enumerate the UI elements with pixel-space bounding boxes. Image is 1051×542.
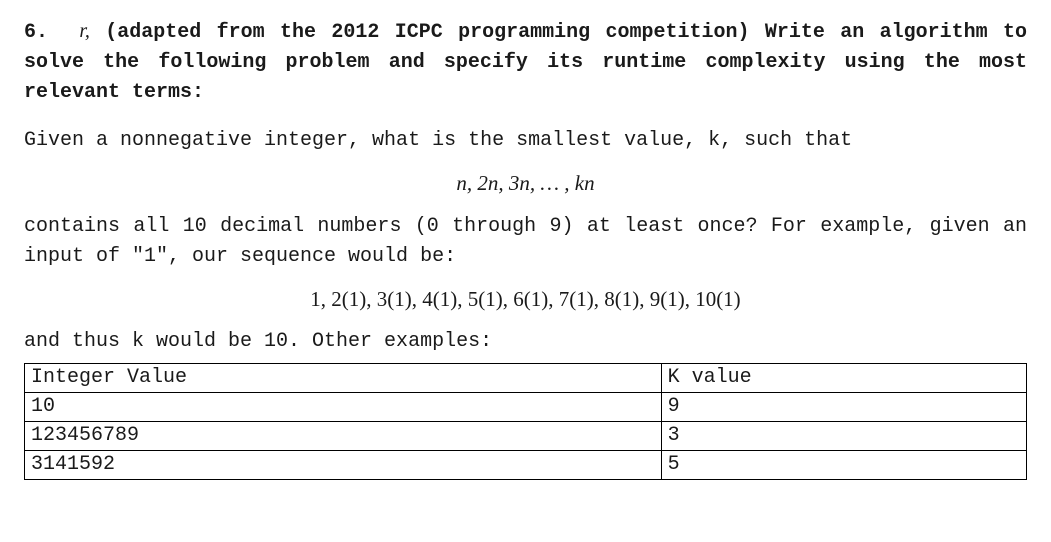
table-cell-integer: 123456789 bbox=[25, 422, 662, 451]
contains-line: contains all 10 decimal numbers (0 throu… bbox=[24, 212, 1027, 272]
table-cell-k: 3 bbox=[661, 422, 1026, 451]
given-line: Given a nonnegative integer, what is the… bbox=[24, 126, 1027, 156]
table-row: 10 9 bbox=[25, 393, 1027, 422]
example-sequence: 1, 2(1), 3(1), 4(1), 5(1), 6(1), 7(1), 8… bbox=[24, 284, 1027, 316]
table-header-integer: Integer Value bbox=[25, 364, 662, 393]
thus-line: and thus k would be 10. Other examples: bbox=[24, 327, 1027, 357]
table-cell-k: 5 bbox=[661, 451, 1026, 480]
question-text: (adapted from the 2012 ICPC programming … bbox=[24, 21, 1027, 104]
examples-table: Integer Value K value 10 9 123456789 3 3… bbox=[24, 363, 1027, 480]
table-cell-integer: 10 bbox=[25, 393, 662, 422]
question-number: 6. bbox=[24, 18, 64, 48]
question-prompt: 6. r, (adapted from the 2012 ICPC progra… bbox=[24, 16, 1027, 108]
table-row: 3141592 5 bbox=[25, 451, 1027, 480]
table-cell-integer: 3141592 bbox=[25, 451, 662, 480]
table-header-k: K value bbox=[661, 364, 1026, 393]
table-cell-k: 9 bbox=[661, 393, 1026, 422]
table-row: 123456789 3 bbox=[25, 422, 1027, 451]
r-label: r, bbox=[79, 20, 90, 42]
table-header-row: Integer Value K value bbox=[25, 364, 1027, 393]
sequence-def: n, 2n, 3n, … , kn bbox=[24, 168, 1027, 200]
